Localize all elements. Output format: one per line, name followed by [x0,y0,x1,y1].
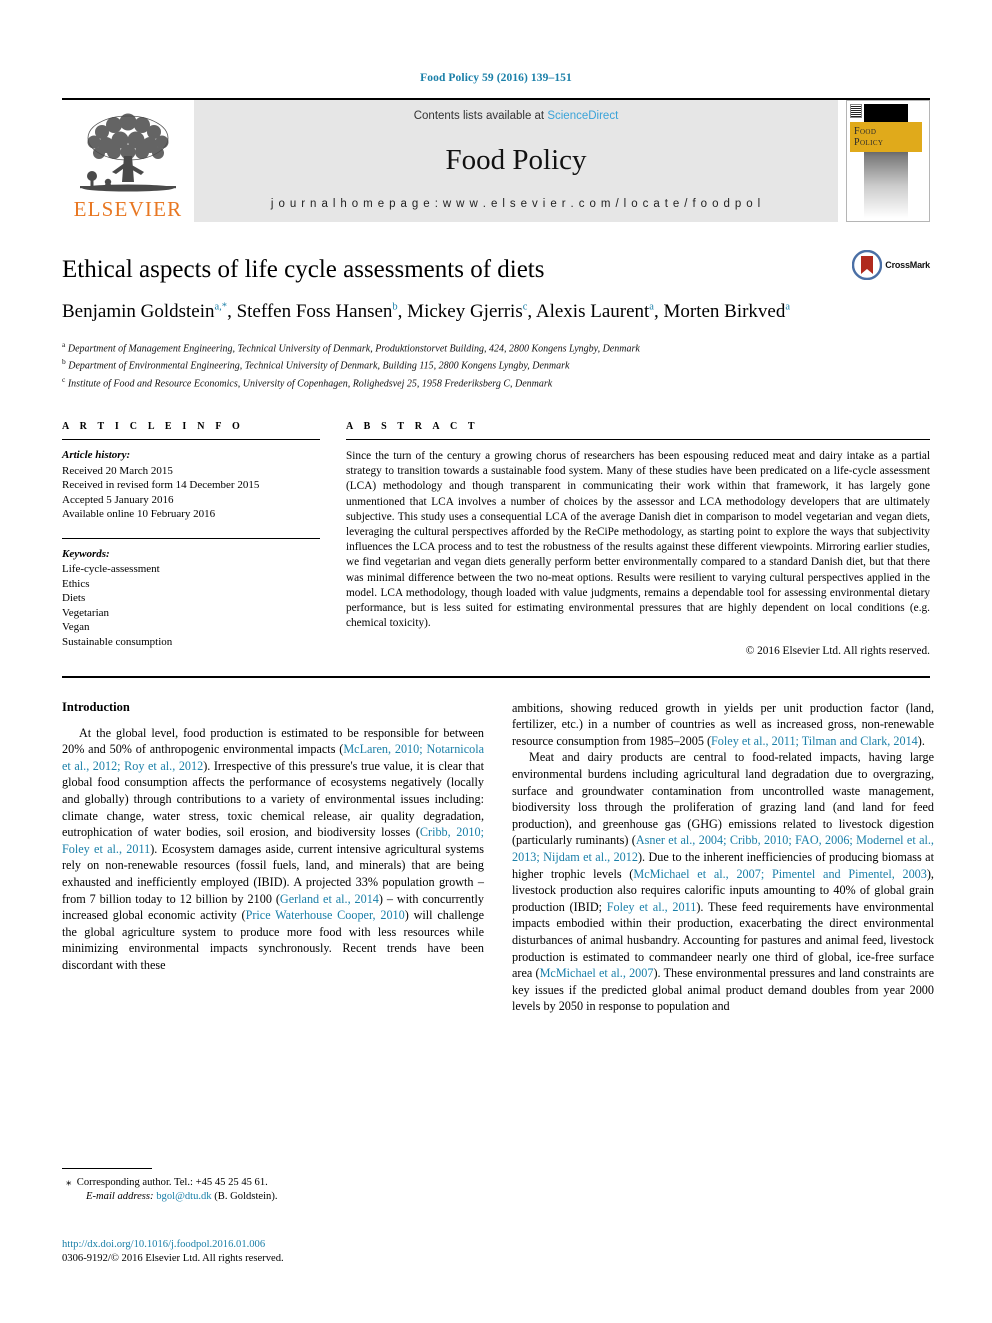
introduction-heading: Introduction [62,699,130,714]
keyword-item: Sustainable consumption [62,635,173,648]
keyword-item: Diets [62,592,86,605]
keyword-item: Vegan [62,621,90,634]
citation-price-waterhouse-cooper[interactable]: Price Waterhouse Cooper, 2010 [246,908,405,922]
article-history-item: Received in revised form 14 December 201… [62,479,260,492]
cover-artwork: Food Policy [850,104,926,218]
elsevier-logo: ELSEVIER [62,100,194,222]
crossmark-badge[interactable]: CrossMark [852,250,930,280]
cover-title-line-2: Policy [854,137,884,148]
affiliation-text: Department of Management Engineering, Te… [65,342,640,354]
intro-paragraph-right-1: ambitions, showing reduced growth in yie… [512,700,934,750]
affiliation-text: Department of Environmental Engineering,… [65,360,570,372]
footer-doi-block: http://dx.doi.org/10.1016/j.foodpol.2016… [62,1238,492,1266]
article-history-item: Accepted 5 January 2016 [62,493,174,506]
keywords-block: Keywords: Life-cycle-assessment Ethics Die… [62,539,320,650]
author-name: Steffen Foss Hansen [236,300,393,322]
affiliation-line: c Institute of Food and Resource Economi… [62,373,930,391]
page-title: Ethical aspects of life cycle assessment… [62,256,545,283]
cover-title-band: Food Policy [850,122,922,152]
journal-homepage-link[interactable]: j o u r n a l h o m e p a g e : w w w . … [271,198,761,210]
footnote-corresponding-line: ⁎ Corresponding author. Tel.: +45 45 25 … [62,1175,484,1190]
intro-paragraph-right-2: Meat and dairy products are central to f… [512,749,934,1015]
affiliation-line: a Department of Management Engineering, … [62,338,930,356]
issn-copyright-line: 0306-9192/© 2016 Elsevier Ltd. All right… [62,1253,284,1264]
abstract-body: Since the turn of the century a growing … [346,440,930,660]
body-column-right: ambitions, showing reduced growth in yie… [512,700,934,1015]
author-list: Benjamin Goldsteina,*, Steffen Foss Hans… [62,300,791,322]
cover-corner-mark [850,104,862,118]
abstract-text: Since the turn of the century a growing … [346,450,930,630]
sciencedirect-link[interactable]: ScienceDirect [547,110,618,122]
abstract-copyright: © 2016 Elsevier Ltd. All rights reserved… [745,645,930,658]
author-name: Morten Birkved [663,300,786,322]
author-affiliation-marker: b [392,301,398,313]
masthead-center: Contents lists available at ScienceDirec… [194,100,838,222]
affiliation-line: b Department of Environmental Engineerin… [62,355,930,373]
affiliation-list: a Department of Management Engineering, … [62,338,930,391]
corresponding-author-footnote: ⁎ Corresponding author. Tel.: +45 45 25 … [62,1168,484,1213]
author-affiliation-marker: c [522,301,528,313]
keywords-lines: Life-cycle-assessment Ethics Diets Vegetari… [62,562,320,649]
article-history-label: Article history: [62,449,131,462]
citation-mcmichael-pimentel[interactable]: McMichael et al., 2007; Pimentel and Pim… [633,867,927,881]
citation-mcmichael-2007[interactable]: McMichael et al., 2007 [540,966,654,980]
author-affiliation-marker: a [785,301,791,313]
keyword-item: Life-cycle-assessment [62,563,160,576]
intro-paragraph-left: At the global level, food production is … [62,725,484,974]
citation-foley-2011[interactable]: Foley et al., 2011 [607,900,697,914]
article-info-heading: A R T I C L E I N F O [62,421,244,433]
journal-masthead: ELSEVIER Contents lists available at Sci… [62,98,930,222]
crossmark-label: CrossMark [885,260,930,270]
journal-title: Food Policy [445,143,587,176]
crossmark-icon [852,250,883,280]
keywords-label: Keywords: [62,547,110,560]
email-address-label: E-mail address: [86,1191,154,1202]
footnote-email-line: E-mail address: bgol@dtu.dk (B. Goldstei… [62,1191,484,1202]
running-head: Food Policy 59 (2016) 139–151 [420,72,572,84]
author-name: Alexis Laurent [535,300,650,322]
title-block: CrossMark Ethical aspects of life cycle … [62,250,930,391]
section-divider-rule [62,675,930,678]
article-history-item: Available online 10 February 2016 [62,508,216,521]
journal-cover-thumbnail: Food Policy [846,100,930,222]
abstract-column: A B S T R A C T Since the turn of the ce… [346,421,930,660]
info-abstract-band: A R T I C L E I N F O Article history: R… [62,421,930,660]
elsevier-wordmark: ELSEVIER [73,197,183,221]
article-history-lines: Received 20 March 2015 Received in revise… [62,464,320,522]
author-name: Benjamin Goldstein [62,300,215,322]
journal-article-page: Food Policy 59 (2016) 139–151 ELSEVIER C… [0,0,992,1323]
cover-title-line-1: Food [854,126,877,137]
body-column-left: Introduction At the global level, food p… [62,700,484,1015]
article-history-item: Received 20 March 2015 [62,464,173,477]
email-link[interactable]: bgol@dtu.dk [156,1191,211,1202]
elsevier-tree-icon [80,113,176,192]
contents-prefix: Contents lists available at [413,110,548,122]
author-affiliation-marker: a [649,301,654,313]
intro-r-text-2: ). [917,733,925,748]
article-history-block: Article history: Received 20 March 2015 R… [62,440,320,522]
keyword-item: Ethics [62,577,90,590]
author-affiliation-marker: a,* [214,301,228,313]
article-body: Introduction At the global level, food p… [62,700,934,1015]
citation-gerland[interactable]: Gerland et al., 2014 [280,892,379,906]
abstract-heading: A B S T R A C T [346,421,479,433]
article-info-column: A R T I C L E I N F O Article history: R… [62,421,320,660]
corresponding-author-text: Corresponding author. Tel.: +45 45 25 45… [76,1177,268,1188]
citation-foley-tilman-clark[interactable]: Foley et al., 2011; Tilman and Clark, 20… [711,734,918,748]
email-owner: (B. Goldstein). [214,1191,278,1202]
contents-available-line: Contents lists available at ScienceDirec… [414,110,619,122]
keyword-item: Vegetarian [62,606,110,619]
affiliation-text: Institute of Food and Resource Economics… [65,378,553,390]
author-name: Mickey Gjerris [407,300,523,322]
footnote-rule [62,1168,152,1169]
asterisk-icon: ⁎ [66,1176,72,1188]
doi-link[interactable]: http://dx.doi.org/10.1016/j.foodpol.2016… [62,1238,492,1252]
